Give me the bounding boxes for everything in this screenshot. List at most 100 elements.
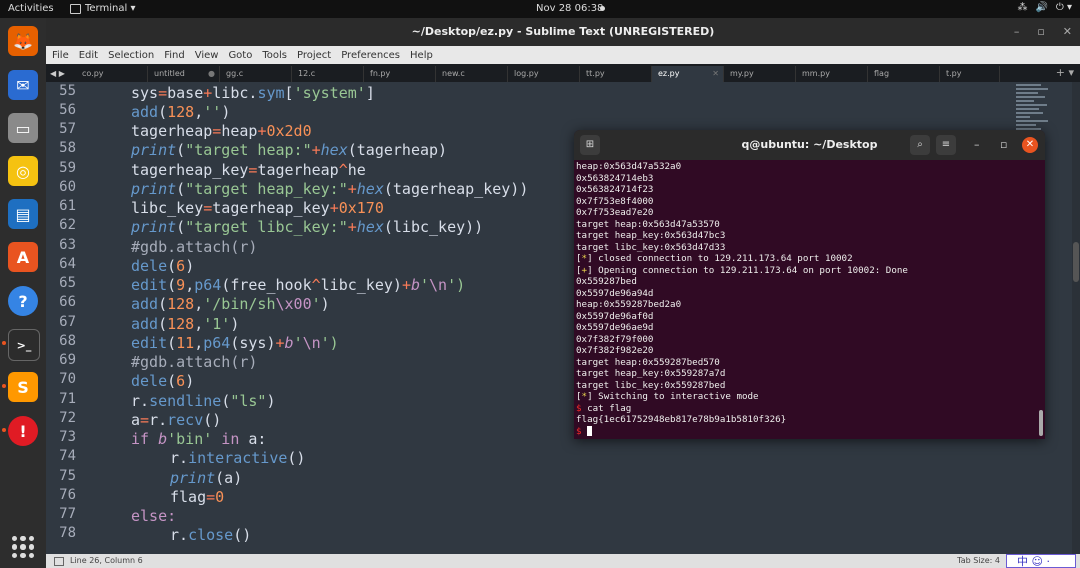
- menu-project[interactable]: Project: [297, 50, 331, 61]
- terminal-window[interactable]: ⊞ q@ubuntu: ~/Desktop ⌕ ≡ – ▫ ✕ heap:0x5…: [574, 130, 1045, 439]
- terminal-icon[interactable]: >_: [8, 329, 40, 361]
- line-number: 63: [59, 237, 76, 253]
- tab-fn-py[interactable]: fn.py: [364, 66, 436, 82]
- menu-help[interactable]: Help: [410, 50, 433, 61]
- menu-selection[interactable]: Selection: [108, 50, 154, 61]
- running-indicator: [2, 341, 6, 345]
- code-line: dele(6): [131, 372, 195, 390]
- tab-co-py[interactable]: co.py: [76, 66, 148, 82]
- output-line: 0x5597de96ae9d: [576, 322, 654, 333]
- terminal-output[interactable]: heap:0x563d47a532a0 0x563824714eb3 0x563…: [576, 161, 1036, 437]
- output-line: target libc_key:0x563d47d33: [576, 241, 726, 253]
- line-number: 59: [59, 160, 76, 176]
- top-bar: Activities Terminal ▾ Nov 28 06:38 ⁂ 🔊 ⏻…: [0, 0, 1080, 18]
- thunderbird-icon[interactable]: ✉: [8, 70, 38, 100]
- code-line: print(a): [170, 469, 243, 487]
- hamburger-menu-icon[interactable]: ≡: [936, 135, 956, 155]
- menu-tools[interactable]: Tools: [262, 50, 287, 61]
- tab-untitled[interactable]: untitled ●: [148, 66, 220, 82]
- tab-tt-py[interactable]: tt.py: [580, 66, 652, 82]
- tab-label: mm.py: [802, 69, 830, 78]
- show-apps-icon[interactable]: [12, 536, 34, 558]
- app-menu-label: Terminal ▾: [85, 3, 136, 14]
- tab-12-c[interactable]: 12.c: [292, 66, 364, 82]
- close-icon[interactable]: ●: [208, 66, 215, 82]
- line-number: 70: [59, 371, 76, 387]
- activities-button[interactable]: Activities: [8, 3, 54, 14]
- terminal-title: q@ubuntu: ~/Desktop: [741, 138, 878, 151]
- prompt: $: [576, 425, 582, 437]
- tab-flag[interactable]: flag: [868, 66, 940, 82]
- tab-label: tt.py: [586, 69, 605, 78]
- tab-label: untitled: [154, 69, 185, 78]
- close-icon[interactable]: ✕: [712, 66, 719, 82]
- tab-log-py[interactable]: log.py: [508, 66, 580, 82]
- code-line: flag=0: [170, 488, 225, 506]
- prompt-line[interactable]: $: [576, 426, 1036, 438]
- rhythmbox-icon[interactable]: ◎: [8, 156, 38, 186]
- line-number: 58: [59, 140, 76, 156]
- power-icon[interactable]: ⏻ ▾: [1056, 2, 1072, 13]
- close-button[interactable]: ✕: [1063, 18, 1072, 46]
- output-line: 0x7f753e8f4000: [576, 195, 654, 207]
- tab-gg-c[interactable]: gg.c: [220, 66, 292, 82]
- tab-my-py[interactable]: my.py: [724, 66, 796, 82]
- output-line: [+] Opening connection to 129.211.173.64…: [576, 264, 908, 276]
- new-tab-icon[interactable]: + ▾: [1056, 66, 1074, 79]
- tab-label: t.py: [946, 69, 962, 78]
- menu-goto[interactable]: Goto: [228, 50, 252, 61]
- alert-icon[interactable]: !: [8, 416, 38, 446]
- output-line: 0x563824714eb3: [576, 172, 654, 184]
- tab-bar: ◀ ▶ co.py untitled ● gg.c 12.c fn.py new.…: [46, 64, 1080, 82]
- tab-t-py[interactable]: t.py: [940, 66, 1000, 82]
- code-line: add(128,'1'): [131, 315, 240, 333]
- app-menu[interactable]: Terminal ▾: [70, 3, 135, 14]
- terminal-scrollbar[interactable]: [1039, 410, 1043, 436]
- maximize-button[interactable]: ▫: [1000, 130, 1007, 160]
- output-line: heap:0x563d47a532a0: [576, 161, 682, 172]
- minimize-button[interactable]: –: [1014, 18, 1020, 46]
- output-line: [*] closed connection to 129.211.173.64 …: [576, 253, 853, 264]
- menu-edit[interactable]: Edit: [79, 50, 98, 61]
- tab-mm-py[interactable]: mm.py: [796, 66, 868, 82]
- tab-scroll-arrows[interactable]: ◀ ▶: [46, 66, 76, 82]
- input-method-indicator[interactable]: 中 ☺ ·: [1006, 554, 1076, 568]
- menu-preferences[interactable]: Preferences: [341, 50, 400, 61]
- tab-label: 12.c: [298, 69, 316, 78]
- maximize-button[interactable]: ▫: [1037, 18, 1044, 46]
- writer-icon[interactable]: ▤: [8, 199, 38, 229]
- close-button[interactable]: ✕: [1022, 137, 1038, 153]
- search-icon[interactable]: ⌕: [910, 135, 930, 155]
- tab-size-selector[interactable]: Tab Size: 4: [957, 556, 1000, 565]
- code-line: print("target heap_key:"+hex(tagerheap_k…: [131, 180, 529, 198]
- code-line: add(128,''): [131, 103, 231, 121]
- code-line: #gdb.attach(r): [131, 238, 258, 256]
- help-icon[interactable]: ?: [8, 286, 38, 316]
- minimize-button[interactable]: –: [974, 130, 980, 160]
- clock[interactable]: Nov 28 06:38: [536, 3, 603, 14]
- menu-view[interactable]: View: [195, 50, 219, 61]
- line-number: 66: [59, 294, 76, 310]
- firefox-icon[interactable]: 🦊: [8, 26, 38, 56]
- status-bar: Line 26, Column 6 Tab Size: 4 中 ☺ ·: [46, 554, 1080, 568]
- system-tray[interactable]: ⁂ 🔊 ⏻ ▾: [1017, 2, 1072, 13]
- line-number: 57: [59, 121, 76, 137]
- editor-scrollbar[interactable]: [1072, 82, 1080, 554]
- menu-file[interactable]: File: [52, 50, 69, 61]
- code-line: sys=base+libc.sym['system']: [131, 84, 375, 102]
- network-icon[interactable]: ⁂: [1017, 2, 1027, 13]
- scrollbar-thumb[interactable]: [1073, 242, 1079, 282]
- window-title: ~/Desktop/ez.py - Sublime Text (UNREGIST…: [411, 25, 715, 38]
- output-line: target heap_key:0x563d47bc3: [576, 230, 726, 241]
- menu-find[interactable]: Find: [164, 50, 185, 61]
- tab-new-c[interactable]: new.c: [436, 66, 508, 82]
- software-icon[interactable]: A: [8, 242, 38, 272]
- volume-icon[interactable]: 🔊: [1035, 2, 1047, 13]
- command-line: $ cat flag: [576, 402, 632, 414]
- files-icon[interactable]: ▭: [8, 113, 38, 143]
- running-indicator: [2, 428, 6, 432]
- panel-toggle-icon[interactable]: [54, 557, 64, 566]
- sublime-icon[interactable]: S: [8, 372, 38, 402]
- tab-ez-py[interactable]: ez.py ✕: [652, 66, 724, 82]
- new-tab-icon[interactable]: ⊞: [580, 135, 600, 155]
